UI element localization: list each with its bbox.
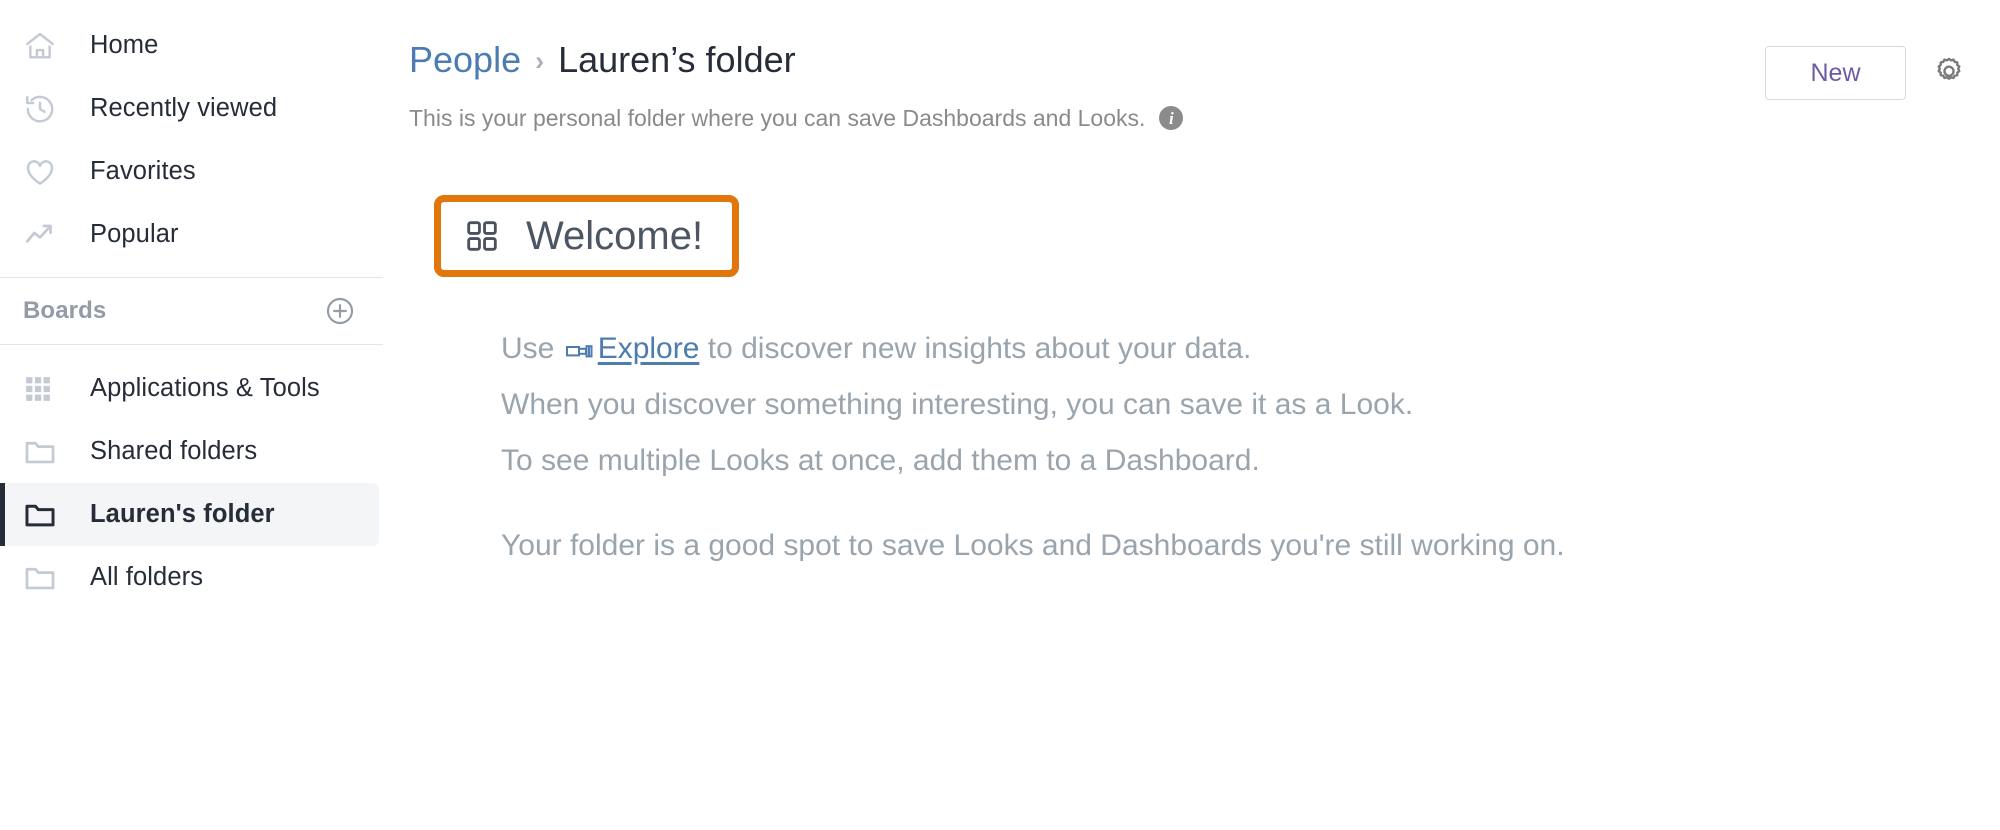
sidebar-primary-nav: Home Recently viewed Favorites Popular [0,14,384,266]
new-button[interactable]: New [1765,46,1906,100]
sidebar-folders-nav: Applications & Tools Shared folders Laur… [0,357,384,609]
sidebar-item-recently-viewed[interactable]: Recently viewed [0,77,384,140]
sidebar-item-home[interactable]: Home [0,14,384,77]
sidebar-divider-bottom [0,344,383,345]
breadcrumb: People › Lauren’s folder [409,40,1765,80]
sidebar: Home Recently viewed Favorites Popular B… [0,0,384,830]
folder-icon [23,435,63,469]
sidebar-item-laurens-folder[interactable]: Lauren's folder [0,483,379,546]
gear-icon[interactable] [1928,52,1970,94]
page-header-left: People › Lauren’s folder This is your pe… [409,40,1765,132]
help-line-look: When you discover something interesting,… [501,387,1414,421]
folder-icon [23,498,63,532]
dashboard-grid-icon [465,219,499,253]
section-title-boards: Boards [23,297,107,324]
sidebar-item-label: Shared folders [90,437,258,465]
sidebar-item-shared-folders[interactable]: Shared folders [0,420,384,483]
info-icon[interactable]: i [1159,106,1184,131]
trending-up-icon [23,218,63,252]
sidebar-item-label: Home [90,31,159,59]
history-clock-icon [23,92,63,126]
sidebar-section-boards: Boards [0,278,384,344]
main-content: People › Lauren’s folder This is your pe… [384,0,2000,830]
plus-circle-icon[interactable] [324,295,356,327]
explore-link[interactable]: Explore [598,332,700,365]
help-line-explore-suffix: to discover new insights about your data… [699,331,1252,365]
sidebar-item-label: Lauren's folder [90,500,275,528]
sidebar-item-applications-and-tools[interactable]: Applications & Tools [0,357,384,420]
selected-accent-bar [0,483,5,546]
sidebar-item-label: Applications & Tools [90,374,320,402]
welcome-dashboard-item[interactable]: Welcome! [434,194,740,277]
breadcrumb-parent-link[interactable]: People [409,40,521,80]
sidebar-item-popular[interactable]: Popular [0,203,384,266]
looker-folder-page: Home Recently viewed Favorites Popular B… [0,0,2000,830]
page-header: People › Lauren’s folder This is your pe… [384,40,2000,132]
page-title: Lauren’s folder [558,39,796,80]
page-subtitle-row: This is your personal folder where you c… [409,105,1765,132]
chevron-right-icon: › [535,46,545,76]
page-header-actions: New [1765,40,1970,100]
sidebar-item-label: Recently viewed [90,94,278,122]
explore-icon [565,343,593,360]
help-line-folder: Your folder is a good spot to save Looks… [501,528,1565,562]
sidebar-item-favorites[interactable]: Favorites [0,140,384,203]
home-icon [23,29,63,63]
sidebar-item-label: All folders [90,563,204,591]
folder-help-text: Use Explore to discover new insights abo… [501,321,2000,574]
help-line-explore: Use Explore to discover new insights abo… [501,321,2000,377]
help-line-explore-prefix: Use [501,331,563,365]
welcome-title: Welcome! [526,213,704,258]
sidebar-item-label: Favorites [90,157,196,185]
folder-icon [23,561,63,595]
heart-icon [23,155,63,189]
folder-content: Welcome! Use Explore to discover new ins… [384,194,2000,574]
sidebar-item-label: Popular [90,220,179,248]
sidebar-item-all-folders[interactable]: All folders [0,546,384,609]
page-subtitle: This is your personal folder where you c… [409,104,1146,131]
help-line-dashboard: To see multiple Looks at once, add them … [501,443,1260,477]
grid-dots-icon [23,374,63,404]
